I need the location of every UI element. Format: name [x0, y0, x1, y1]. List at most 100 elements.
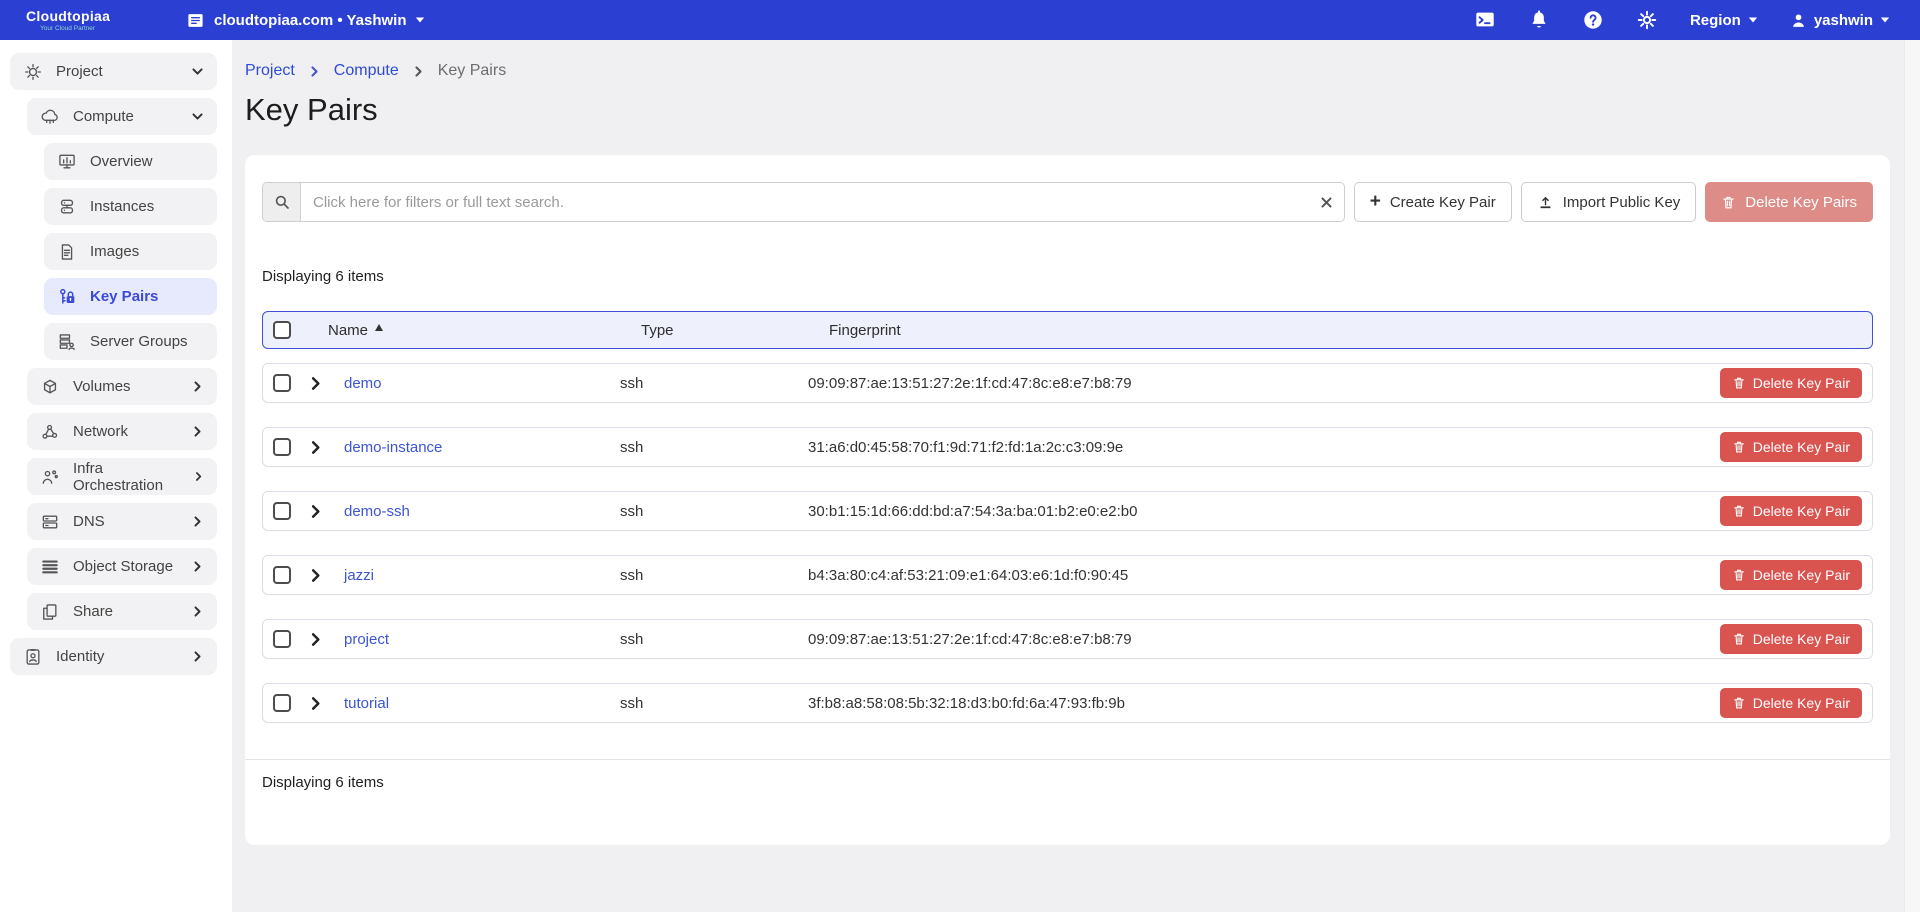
row-expand-chevron-icon[interactable]	[307, 439, 323, 455]
scrollbar-track[interactable]	[1904, 40, 1920, 912]
row-checkbox[interactable]	[273, 566, 291, 584]
sidebar-item-label: Share	[73, 603, 113, 620]
row-expand-chevron-icon[interactable]	[307, 631, 323, 647]
brand-tagline: Your Cloud Partner	[40, 25, 95, 32]
key-pair-name-link[interactable]: demo	[344, 375, 620, 392]
sidebar-item-network[interactable]: Network	[27, 413, 217, 450]
row-delete-label: Delete Key Pair	[1753, 439, 1850, 455]
key-pair-name-link[interactable]: jazzi	[344, 567, 620, 584]
sidebar-item-label: Volumes	[73, 378, 131, 395]
row-delete-label: Delete Key Pair	[1753, 631, 1850, 647]
sidebar-item-object-storage[interactable]: Object Storage	[27, 548, 217, 585]
row-expand-chevron-icon[interactable]	[307, 503, 323, 519]
sidebar-item-server-groups[interactable]: Server Groups	[44, 323, 217, 360]
volumes-cube-icon	[40, 377, 60, 397]
main-content: Project Compute Key Pairs Key Pairs	[245, 40, 1890, 128]
row-delete-key-pair-button[interactable]: Delete Key Pair	[1720, 432, 1862, 462]
infra-orchestration-icon	[40, 467, 60, 487]
key-pair-row: tutorial ssh 3f:b8:a8:58:08:5b:32:18:d3:…	[262, 683, 1873, 723]
key-pairs-card: + Create Key Pair Import Public Key Dele…	[245, 155, 1890, 845]
trash-icon	[1721, 195, 1736, 210]
row-delete-key-pair-button[interactable]: Delete Key Pair	[1720, 624, 1862, 654]
key-pair-type: ssh	[620, 503, 808, 520]
server-groups-icon	[57, 332, 77, 352]
breadcrumb-compute[interactable]: Compute	[334, 62, 399, 80]
search-input[interactable]	[301, 194, 1310, 211]
caret-down-icon	[1748, 16, 1758, 24]
topbar-actions: Region yashwin	[1474, 9, 1920, 31]
key-pair-row: demo-instance ssh 31:a6:d0:45:58:70:f1:9…	[262, 427, 1873, 467]
breadcrumb-project[interactable]: Project	[245, 62, 295, 80]
key-pair-name-link[interactable]: demo-ssh	[344, 503, 620, 520]
topbar: Cloudtopiaa Your Cloud Partner cloudtopi…	[0, 0, 1920, 40]
notifications-bell-icon[interactable]	[1528, 9, 1550, 31]
sidebar-item-overview[interactable]: Overview	[44, 143, 217, 180]
key-pair-type: ssh	[620, 375, 808, 392]
chevron-right-icon	[193, 470, 204, 483]
column-header-type[interactable]: Type	[641, 322, 829, 339]
sidebar-item-label: Project	[56, 63, 103, 80]
sidebar-item-volumes[interactable]: Volumes	[27, 368, 217, 405]
filter-search	[262, 182, 1345, 222]
sidebar-item-images[interactable]: Images	[44, 233, 217, 270]
sidebar-item-identity[interactable]: Identity	[10, 638, 217, 675]
row-delete-key-pair-button[interactable]: Delete Key Pair	[1720, 560, 1862, 590]
sidebar-item-label: Key Pairs	[90, 288, 158, 305]
share-files-icon	[40, 602, 60, 622]
row-checkbox[interactable]	[273, 694, 291, 712]
user-icon	[1790, 12, 1807, 29]
import-public-key-button[interactable]: Import Public Key	[1521, 182, 1697, 222]
row-delete-key-pair-button[interactable]: Delete Key Pair	[1720, 368, 1862, 398]
sidebar-item-dns[interactable]: DNS	[27, 503, 217, 540]
trash-icon	[1732, 568, 1746, 582]
row-checkbox[interactable]	[273, 438, 291, 456]
images-file-icon	[57, 242, 77, 262]
key-pair-fingerprint: b4:3a:80:c4:af:53:21:09:e1:64:03:e6:1d:f…	[808, 567, 1720, 584]
help-icon[interactable]	[1582, 9, 1604, 31]
sidebar-item-label: Overview	[90, 153, 153, 170]
row-delete-key-pair-button[interactable]: Delete Key Pair	[1720, 496, 1862, 526]
sidebar-item-instances[interactable]: Instances	[44, 188, 217, 225]
sidebar-item-share[interactable]: Share	[27, 593, 217, 630]
key-pair-name-link[interactable]: project	[344, 631, 620, 648]
key-pair-name-link[interactable]: tutorial	[344, 695, 620, 712]
row-expand-chevron-icon[interactable]	[307, 695, 323, 711]
cloud-compute-icon	[40, 107, 60, 127]
sidebar-item-compute[interactable]: Compute	[27, 98, 217, 135]
search-icon[interactable]	[263, 183, 301, 221]
row-delete-key-pair-button[interactable]: Delete Key Pair	[1720, 688, 1862, 718]
row-checkbox[interactable]	[273, 374, 291, 392]
items-count-bottom: Displaying 6 items	[262, 774, 1873, 791]
page-title: Key Pairs	[245, 92, 1890, 128]
key-pair-name-link[interactable]: demo-instance	[344, 439, 620, 456]
row-delete-label: Delete Key Pair	[1753, 567, 1850, 583]
settings-gear-icon[interactable]	[1636, 9, 1658, 31]
trash-icon	[1732, 696, 1746, 710]
breadcrumb-key-pairs: Key Pairs	[438, 62, 506, 80]
sidebar-item-project[interactable]: Project	[10, 53, 217, 90]
clear-search-icon[interactable]	[1310, 183, 1344, 221]
row-expand-chevron-icon[interactable]	[307, 567, 323, 583]
import-public-key-label: Import Public Key	[1563, 194, 1681, 211]
row-expand-chevron-icon[interactable]	[307, 375, 323, 391]
row-checkbox[interactable]	[273, 630, 291, 648]
user-menu[interactable]: yashwin	[1790, 12, 1890, 29]
project-window-icon	[184, 9, 206, 31]
console-icon[interactable]	[1474, 9, 1496, 31]
sidebar-item-infra-orchestration[interactable]: Infra Orchestration	[27, 458, 217, 495]
chevron-right-icon	[191, 560, 204, 573]
plus-icon: +	[1370, 192, 1381, 211]
brand-logo[interactable]: Cloudtopiaa Your Cloud Partner	[0, 8, 150, 32]
row-delete-label: Delete Key Pair	[1753, 695, 1850, 711]
select-all-checkbox[interactable]	[273, 321, 291, 339]
delete-key-pairs-button[interactable]: Delete Key Pairs	[1705, 182, 1873, 222]
sidebar-item-label: Object Storage	[73, 558, 173, 575]
upload-icon	[1537, 194, 1554, 211]
row-checkbox[interactable]	[273, 502, 291, 520]
create-key-pair-button[interactable]: + Create Key Pair	[1354, 182, 1512, 222]
column-header-name[interactable]: Name	[328, 322, 641, 339]
project-selector[interactable]: cloudtopiaa.com • Yashwin	[184, 9, 425, 31]
sidebar-item-key-pairs[interactable]: Key Pairs	[44, 278, 217, 315]
column-header-fingerprint[interactable]: Fingerprint	[829, 322, 1872, 339]
region-menu[interactable]: Region	[1690, 12, 1758, 29]
